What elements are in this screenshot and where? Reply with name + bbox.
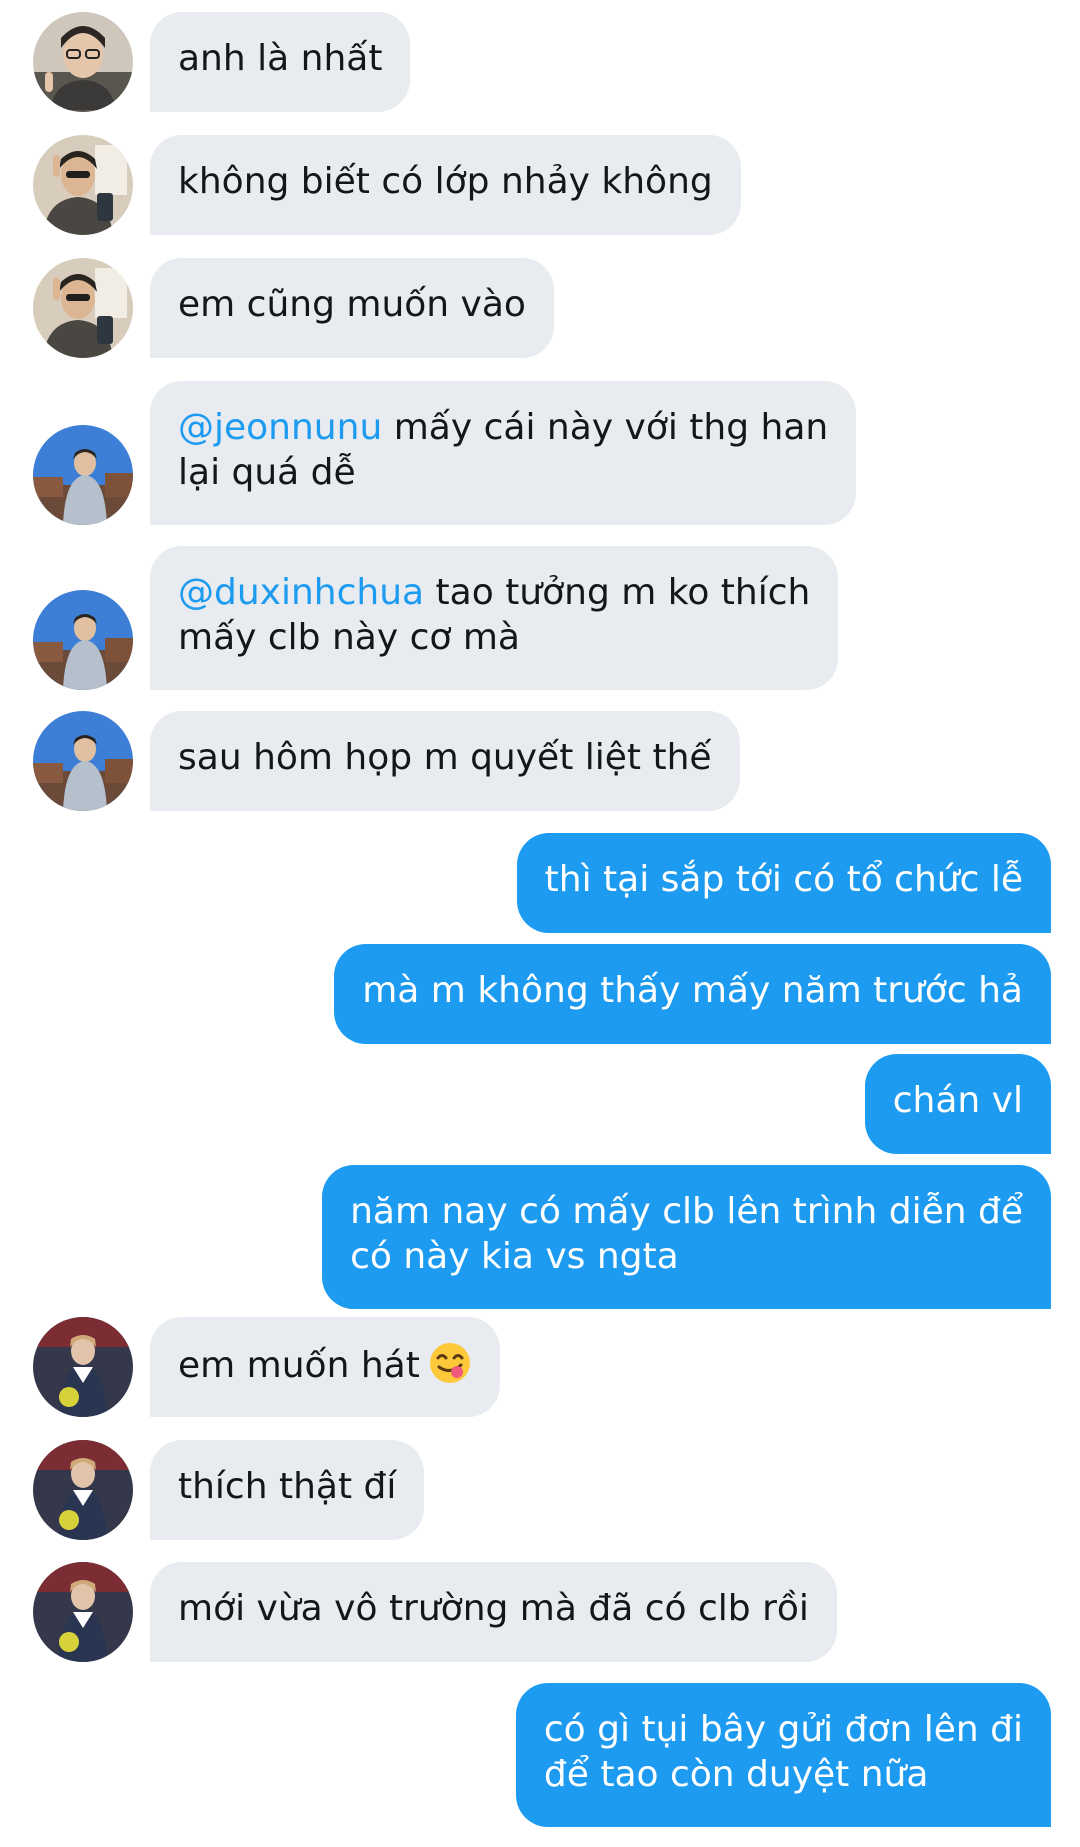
message-row: @duxinhchua tao tưởng m ko thích mấy clb… — [0, 546, 1080, 690]
incoming-message-bubble[interactable]: em cũng muốn vào — [150, 258, 554, 358]
avatar[interactable] — [33, 1317, 133, 1417]
message-text: mới vừa vô trường mà đã có clb rồi — [178, 1588, 809, 1629]
message-text: tao tưởng m ko thích — [435, 572, 811, 613]
avatar[interactable] — [33, 12, 133, 112]
avatar[interactable] — [33, 1562, 133, 1662]
profile-photo-icon — [33, 1317, 133, 1417]
message-text: có này kia vs ngta — [350, 1236, 679, 1277]
incoming-message-bubble[interactable]: mới vừa vô trường mà đã có clb rồi — [150, 1562, 837, 1662]
conversation-thread: anh là nhất không biết có lớp nhảy không — [0, 0, 1080, 1847]
message-row: mới vừa vô trường mà đã có clb rồi — [0, 1562, 1080, 1662]
incoming-message-bubble[interactable]: thích thật đí — [150, 1440, 425, 1540]
outgoing-message-bubble[interactable]: mà m không thấy mấy năm trước hả — [334, 944, 1051, 1044]
message-row: anh là nhất — [0, 12, 1080, 112]
message-text: thích thật đí — [178, 1466, 397, 1507]
message-text: chán vl — [892, 1080, 1023, 1121]
message-text: có gì tụi bây gửi đơn lên đi — [543, 1709, 1023, 1750]
message-row: thì tại sắp tới có tổ chức lễ — [0, 833, 1080, 933]
message-row: em muốn hát — [0, 1317, 1080, 1417]
message-row: @jeonnunu mấy cái này với thg han lại qu… — [0, 381, 1080, 525]
message-text: năm nay có mấy clb lên trình diễn để — [350, 1191, 1023, 1232]
outgoing-message-bubble[interactable]: chán vl — [864, 1054, 1051, 1154]
message-text: không biết có lớp nhảy không — [178, 161, 713, 202]
profile-photo-icon — [33, 590, 133, 690]
message-text: mà m không thấy mấy năm trước hả — [362, 970, 1023, 1011]
profile-photo-icon — [33, 258, 133, 358]
message-line: @jeonnunu mấy cái này với thg han — [178, 405, 828, 450]
avatar[interactable] — [33, 590, 133, 690]
profile-photo-icon — [33, 1562, 133, 1662]
incoming-message-bubble[interactable]: @jeonnunu mấy cái này với thg han lại qu… — [150, 381, 857, 525]
outgoing-message-bubble[interactable]: có gì tụi bây gửi đơn lên đi để tao còn … — [515, 1683, 1051, 1827]
message-row: không biết có lớp nhảy không — [0, 135, 1080, 235]
message-text: em cũng muốn vào — [178, 284, 526, 325]
message-row: thích thật đí — [0, 1440, 1080, 1540]
avatar[interactable] — [33, 711, 133, 811]
message-text: sau hôm họp m quyết liệt thế — [178, 737, 712, 778]
incoming-message-bubble[interactable]: @duxinhchua tao tưởng m ko thích mấy clb… — [150, 546, 839, 690]
message-text: em muốn hát — [178, 1345, 420, 1386]
user-mention-link[interactable]: @jeonnunu — [178, 407, 382, 448]
incoming-message-bubble[interactable]: em muốn hát — [150, 1317, 500, 1417]
message-text: lại quá dễ — [178, 452, 356, 493]
profile-photo-icon — [33, 425, 133, 525]
incoming-message-bubble[interactable]: anh là nhất — [150, 12, 411, 112]
message-text: anh là nhất — [178, 38, 383, 79]
incoming-message-bubble[interactable]: sau hôm họp m quyết liệt thế — [150, 711, 740, 811]
profile-photo-icon — [33, 1440, 133, 1540]
user-mention-link[interactable]: @duxinhchua — [178, 572, 424, 613]
face-savoring-food-emoji — [428, 1341, 472, 1396]
avatar[interactable] — [33, 258, 133, 358]
message-text: để tao còn duyệt nữa — [543, 1754, 929, 1795]
message-row: năm nay có mấy clb lên trình diễn để có … — [0, 1165, 1080, 1309]
message-text: mấy cái này với thg han — [393, 407, 829, 448]
outgoing-message-bubble[interactable]: thì tại sắp tới có tổ chức lễ — [516, 833, 1051, 933]
message-row: em cũng muốn vào — [0, 258, 1080, 358]
profile-photo-icon — [33, 711, 133, 811]
message-row: mà m không thấy mấy năm trước hả — [0, 944, 1080, 1044]
outgoing-message-bubble[interactable]: năm nay có mấy clb lên trình diễn để có … — [322, 1165, 1051, 1309]
avatar[interactable] — [33, 1440, 133, 1540]
avatar[interactable] — [33, 135, 133, 235]
avatar[interactable] — [33, 425, 133, 525]
message-text: thì tại sắp tới có tổ chức lễ — [544, 859, 1023, 900]
message-text: mấy clb này cơ mà — [178, 617, 520, 658]
message-row: chán vl — [0, 1054, 1080, 1154]
profile-photo-icon — [33, 135, 133, 235]
message-line: @duxinhchua tao tưởng m ko thích — [178, 570, 810, 615]
message-row: sau hôm họp m quyết liệt thế — [0, 711, 1080, 811]
profile-photo-icon — [33, 12, 133, 112]
message-row: có gì tụi bây gửi đơn lên đi để tao còn … — [0, 1683, 1080, 1827]
incoming-message-bubble[interactable]: không biết có lớp nhảy không — [150, 135, 741, 235]
